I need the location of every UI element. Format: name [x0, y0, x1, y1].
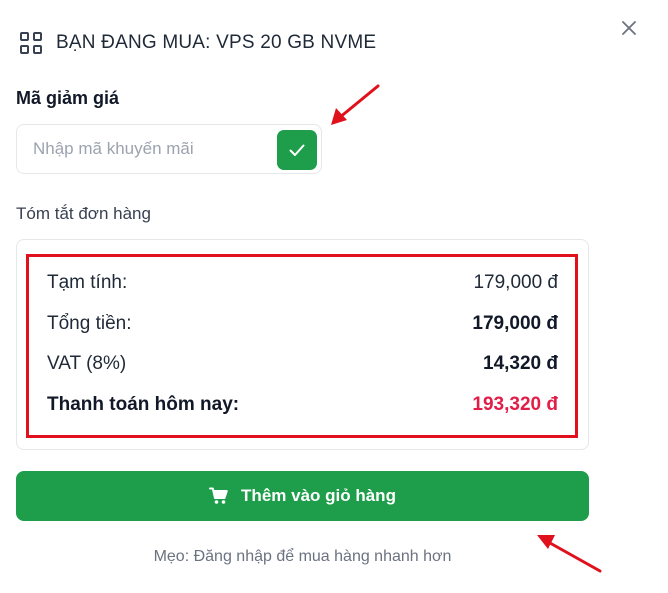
subtotal-label: Tạm tính:: [47, 272, 128, 293]
login-tip: Mẹo: Đăng nhập để mua hàng nhanh hơn: [153, 548, 452, 565]
promo-input[interactable]: [33, 125, 283, 173]
summary-label: Tóm tắt đơn hàng: [16, 204, 151, 223]
subtotal-value: 179,000 đ: [473, 272, 558, 293]
annotation-arrow-top: [331, 84, 380, 125]
add-to-cart-label: Thêm vào giỏ hàng: [241, 486, 396, 505]
total-label: Tổng tiền:: [47, 313, 132, 334]
add-to-cart-button[interactable]: Thêm vào giỏ hàng: [16, 471, 589, 521]
check-icon: [289, 144, 305, 156]
modal-title: BẠN ĐANG MUA: VPS 20 GB NVME: [56, 32, 377, 53]
total-row: Tổng tiền: 179,000 đ: [47, 313, 558, 335]
modal-header: BẠN ĐANG MUA: VPS 20 GB NVME: [20, 32, 376, 54]
pay-today-value: 193,320 đ: [472, 394, 558, 415]
pay-today-row: Thanh toán hôm nay: 193,320 đ: [47, 394, 558, 416]
close-icon[interactable]: [620, 19, 638, 37]
vat-row: VAT (8%) 14,320 đ: [47, 353, 558, 375]
grid-icon: [20, 32, 42, 54]
promo-label: Mã giảm giá: [16, 88, 120, 108]
cart-icon: [209, 487, 228, 504]
promo-field: [16, 124, 322, 174]
vat-value: 14,320 đ: [483, 353, 558, 374]
total-value: 179,000 đ: [472, 313, 558, 334]
pay-today-label: Thanh toán hôm nay:: [47, 394, 240, 415]
subtotal-row: Tạm tính: 179,000 đ: [47, 272, 558, 294]
vat-label: VAT (8%): [47, 353, 127, 374]
apply-promo-button[interactable]: [277, 130, 317, 170]
